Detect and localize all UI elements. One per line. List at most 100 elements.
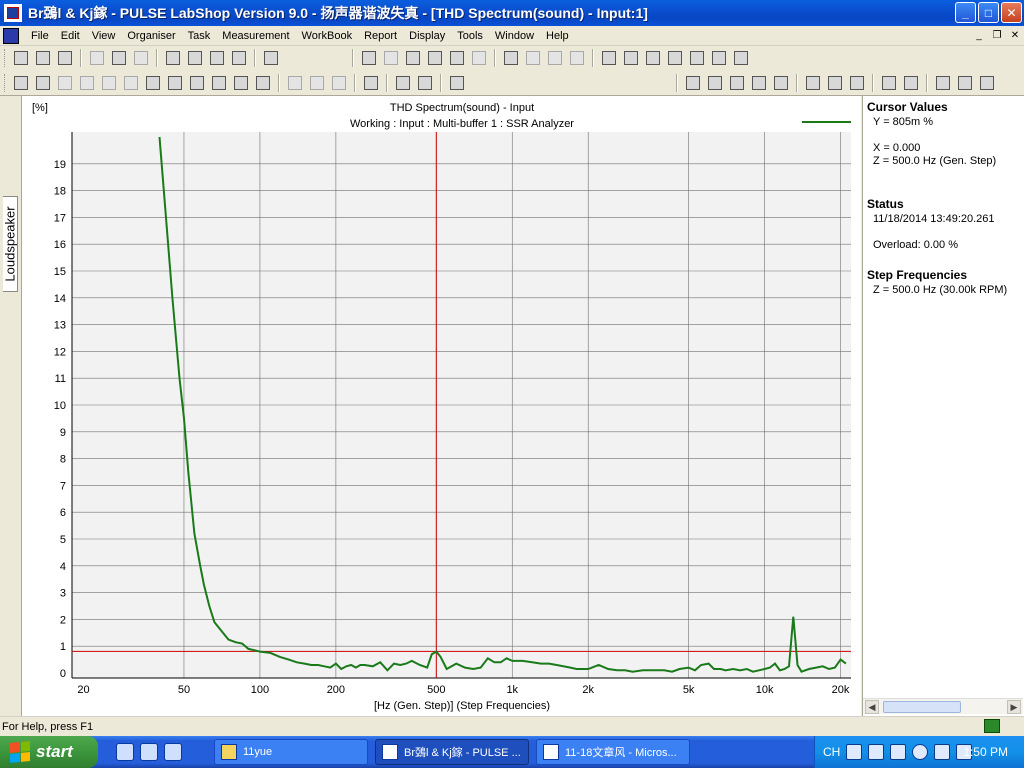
check-button[interactable] xyxy=(977,73,997,93)
minimize-button[interactable]: _ xyxy=(955,2,976,23)
menu-report[interactable]: Report xyxy=(358,26,403,46)
menu-organiser[interactable]: Organiser xyxy=(121,26,181,46)
view-quad-button[interactable] xyxy=(749,73,769,93)
thd-spectrum-chart[interactable]: 012345678910111213141516171819 20 50 100 20… xyxy=(22,96,861,716)
keyboard-icon[interactable] xyxy=(846,744,863,760)
analyzer-button[interactable] xyxy=(165,73,185,93)
menu-measurement[interactable]: Measurement xyxy=(216,26,295,46)
menu-view[interactable]: View xyxy=(86,26,122,46)
menu-help[interactable]: Help xyxy=(540,26,575,46)
language-indicator[interactable]: CH xyxy=(823,745,840,759)
deactivate-button[interactable] xyxy=(55,73,75,93)
copy-button[interactable] xyxy=(109,48,129,68)
workbook-button[interactable] xyxy=(359,48,379,68)
chart-area[interactable]: 0 1 2 3 4 5 6 7 8 9 10 11 12 13 14 15 16 17 18 19 20 50 100 20… xyxy=(22,96,861,716)
help-button[interactable] xyxy=(207,48,227,68)
cursor-button[interactable] xyxy=(803,73,823,93)
task-pulse-button[interactable]: Br鵶l & Kj鎵 - PULSE ... xyxy=(375,739,529,765)
function-button[interactable] xyxy=(643,48,663,68)
security-tray-icon[interactable] xyxy=(934,744,951,760)
paste-workbook-button[interactable] xyxy=(469,48,489,68)
layout-button[interactable] xyxy=(523,48,543,68)
print-preview-button[interactable] xyxy=(185,48,205,68)
task-button[interactable] xyxy=(599,48,619,68)
menu-display[interactable]: Display xyxy=(403,26,451,46)
arrow-down-button[interactable] xyxy=(901,73,921,93)
tree-button[interactable] xyxy=(709,48,729,68)
generator-3-button[interactable] xyxy=(329,73,349,93)
view-triple-button[interactable] xyxy=(727,73,747,93)
media-player-icon[interactable] xyxy=(140,743,158,761)
display-button[interactable] xyxy=(665,48,685,68)
activate-template-button[interactable] xyxy=(33,73,53,93)
scroll-left-button[interactable]: ◀ xyxy=(865,700,879,714)
copy-workbook-button[interactable] xyxy=(447,48,467,68)
template-button[interactable] xyxy=(545,48,565,68)
database-button[interactable] xyxy=(621,48,641,68)
stop-button[interactable] xyxy=(121,73,141,93)
document-icon[interactable] xyxy=(3,27,19,44)
generator-1-button[interactable] xyxy=(285,73,305,93)
view-split-button[interactable] xyxy=(705,73,725,93)
help-tray-icon[interactable] xyxy=(868,744,885,760)
spectrum-button[interactable] xyxy=(231,73,251,93)
menu-workbook[interactable]: WorkBook xyxy=(296,26,359,46)
chevron-left-icon[interactable] xyxy=(912,744,929,760)
save-measurement-button[interactable] xyxy=(143,73,163,93)
cut-button[interactable] xyxy=(87,48,107,68)
menu-tools[interactable]: Tools xyxy=(451,26,489,46)
network-tray-icon[interactable] xyxy=(890,744,907,760)
panel-horizontal-scrollbar[interactable]: ◀ ▶ xyxy=(863,698,1023,714)
alert-button[interactable] xyxy=(955,73,975,93)
open-button[interactable] xyxy=(33,48,53,68)
calibration-button[interactable] xyxy=(361,73,381,93)
maximize-button[interactable]: □ xyxy=(978,2,999,23)
paste-button[interactable] xyxy=(131,48,151,68)
menu-window[interactable]: Window xyxy=(489,26,540,46)
start-button[interactable]: start xyxy=(0,736,98,768)
print-button[interactable] xyxy=(163,48,183,68)
scroll-right-button[interactable]: ▶ xyxy=(1007,700,1021,714)
print-workbook-button[interactable] xyxy=(567,48,587,68)
hardware-button[interactable] xyxy=(261,48,281,68)
signal-button[interactable] xyxy=(253,73,273,93)
toolbar-grip[interactable] xyxy=(4,73,7,92)
grid-button[interactable] xyxy=(209,73,229,93)
menu-task[interactable]: Task xyxy=(182,26,217,46)
title-bar[interactable]: Br鵶l & Kj鎵 - PULSE LabShop Version 9.0 -… xyxy=(0,0,1024,26)
bar-graph-button[interactable] xyxy=(187,73,207,93)
network-button[interactable] xyxy=(731,48,751,68)
hardware-status-icon[interactable] xyxy=(984,719,1000,733)
menu-file[interactable]: File xyxy=(25,26,55,46)
view-single-button[interactable] xyxy=(683,73,703,93)
mdi-close-button[interactable]: ✕ xyxy=(1008,28,1022,42)
context-help-button[interactable] xyxy=(229,48,249,68)
record-button[interactable] xyxy=(393,73,413,93)
properties-button[interactable] xyxy=(501,48,521,68)
meter-button[interactable] xyxy=(687,48,707,68)
start-button[interactable] xyxy=(77,73,97,93)
zoom-box-button[interactable] xyxy=(825,73,845,93)
mdi-minimize-button[interactable]: _ xyxy=(972,28,986,42)
generator-2-button[interactable] xyxy=(307,73,327,93)
internet-explorer-icon[interactable] xyxy=(116,743,134,761)
close-button[interactable]: ✕ xyxy=(1001,2,1022,23)
tab-loudspeaker[interactable]: Loudspeaker xyxy=(3,196,18,292)
app-logo-icon[interactable] xyxy=(4,4,22,22)
cut-workbook-button[interactable] xyxy=(425,48,445,68)
menu-edit[interactable]: Edit xyxy=(55,26,86,46)
task-folder-button[interactable]: 11yue xyxy=(214,739,368,765)
app-shortcut-icon[interactable] xyxy=(164,743,182,761)
mdi-restore-button[interactable]: ❐ xyxy=(990,28,1004,42)
arrow-up-button[interactable] xyxy=(879,73,899,93)
save-workbook-button[interactable] xyxy=(403,48,423,68)
report-button[interactable] xyxy=(381,48,401,68)
scroll-thumb[interactable] xyxy=(883,701,961,713)
activate-button[interactable] xyxy=(11,73,31,93)
toolbar-grip[interactable] xyxy=(4,49,7,67)
save-button[interactable] xyxy=(55,48,75,68)
axis-button[interactable] xyxy=(847,73,867,93)
new-button[interactable] xyxy=(11,48,31,68)
task-word-button[interactable]: 11-18文章风 - Micros... xyxy=(536,739,690,765)
view-waterfall-button[interactable] xyxy=(771,73,791,93)
